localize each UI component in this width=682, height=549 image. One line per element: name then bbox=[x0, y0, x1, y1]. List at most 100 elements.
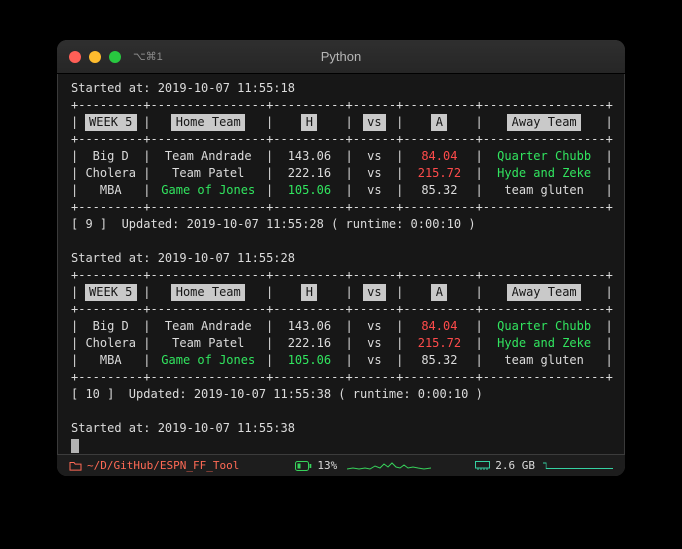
updated-line: [ 10 ] Updated: 2019-10-07 11:55:38 ( ru… bbox=[71, 387, 483, 401]
table-header-row: | WEEK 5 | Home Team | H | vs | A | Away… bbox=[71, 284, 613, 301]
header-label-vs: vs bbox=[362, 114, 386, 131]
table-divider: | bbox=[266, 183, 274, 197]
table-divider: | bbox=[143, 183, 151, 197]
header-cell-home-team: Home Team bbox=[150, 114, 266, 131]
status-bar: ~/D/GitHub/ESPN_FF_Tool 13% 2.6 GB bbox=[57, 454, 625, 476]
cell-away-team: Hyde and Zeke bbox=[497, 166, 592, 180]
table-divider: | bbox=[143, 115, 151, 129]
title-bar[interactable]: ⌥⌘1 Python bbox=[57, 40, 625, 74]
table-divider: | bbox=[71, 285, 79, 299]
cell-away-score: 215.72 bbox=[417, 166, 462, 180]
table-border: +---------+----------------+----------+-… bbox=[71, 268, 613, 282]
table-divider: | bbox=[345, 149, 353, 163]
table-divider: | bbox=[475, 115, 483, 129]
table-divider: | bbox=[605, 183, 613, 197]
cpu-sparkline-icon[interactable] bbox=[347, 459, 432, 473]
table-divider: | bbox=[345, 115, 353, 129]
cell-vs: vs bbox=[367, 336, 382, 350]
cell-home-score: 105.06 bbox=[287, 183, 332, 197]
matchup-table: +---------+----------------+----------+-… bbox=[71, 97, 613, 216]
table-divider: | bbox=[605, 353, 613, 367]
cell-home-team: Team Andrade bbox=[164, 319, 252, 333]
statusbar-cpu-component[interactable]: 13% bbox=[295, 459, 337, 472]
cell-vs: vs bbox=[367, 353, 382, 367]
statusbar-memory-component[interactable]: 2.6 GB bbox=[475, 459, 535, 472]
cpu-percentage: 13% bbox=[317, 459, 338, 472]
table-divider: | bbox=[605, 336, 613, 350]
header-label-away-score: A bbox=[431, 284, 448, 301]
table-divider: | bbox=[475, 336, 483, 350]
zoom-icon[interactable] bbox=[109, 50, 121, 63]
table-divider: | bbox=[605, 166, 613, 180]
cell-home-score: 105.06 bbox=[287, 353, 332, 367]
table-divider: | bbox=[143, 353, 151, 367]
memory-graph-icon[interactable] bbox=[542, 459, 613, 473]
header-label-away-score: A bbox=[431, 114, 448, 131]
cell-week: MBA bbox=[99, 183, 122, 197]
table-border: +---------+----------------+----------+-… bbox=[71, 370, 613, 384]
cell-week: Big D bbox=[92, 319, 129, 333]
cell-vs: vs bbox=[367, 149, 382, 163]
memory-amount: 2.6 GB bbox=[495, 459, 535, 472]
minimize-icon[interactable] bbox=[89, 50, 101, 63]
cell-away-score: 215.72 bbox=[417, 336, 462, 350]
memory-icon bbox=[475, 461, 491, 470]
traffic-lights bbox=[69, 50, 121, 63]
close-icon[interactable] bbox=[69, 50, 81, 63]
cell-home-team: Game of Jones bbox=[161, 183, 256, 197]
cell-away-score: 85.32 bbox=[421, 183, 458, 197]
header-cell-away-team: Away Team bbox=[483, 114, 606, 131]
table-row: | Cholera | Team Patel | 222.16 | vs | 2… bbox=[71, 165, 613, 182]
cell-vs: vs bbox=[367, 166, 382, 180]
cell-week: Cholera bbox=[85, 166, 137, 180]
table-divider: | bbox=[71, 115, 79, 129]
cell-away-score: 85.32 bbox=[421, 353, 458, 367]
cell-vs: vs bbox=[367, 319, 382, 333]
statusbar-path-component[interactable]: ~/D/GitHub/ESPN_FF_Tool bbox=[69, 459, 239, 472]
table-header-row: | WEEK 5 | Home Team | H | vs | A | Away… bbox=[71, 114, 613, 131]
table-divider: | bbox=[605, 115, 613, 129]
started-line: Started at: 2019-10-07 11:55:18 bbox=[71, 81, 295, 95]
cell-home-score: 143.06 bbox=[287, 149, 332, 163]
table-divider: | bbox=[396, 183, 404, 197]
cell-home-team: Game of Jones bbox=[161, 353, 256, 367]
table-divider: | bbox=[143, 149, 151, 163]
cell-home-team: Team Patel bbox=[172, 336, 245, 350]
terminal-screen[interactable]: Started at: 2019-10-07 11:55:18 +-------… bbox=[57, 74, 625, 454]
cell-week: Big D bbox=[92, 149, 129, 163]
terminal-window: ⌥⌘1 Python Started at: 2019-10-07 11:55:… bbox=[57, 40, 625, 476]
header-label-home-team: Home Team bbox=[171, 284, 246, 301]
header-label-home-score: H bbox=[301, 114, 318, 131]
table-divider: | bbox=[71, 353, 79, 367]
updated-line: [ 9 ] Updated: 2019-10-07 11:55:28 ( run… bbox=[71, 217, 476, 231]
table-divider: | bbox=[475, 285, 483, 299]
cell-vs: vs bbox=[367, 183, 382, 197]
header-label-away-team: Away Team bbox=[507, 284, 581, 301]
header-cell-home-score: H bbox=[273, 284, 345, 301]
cell-away-team: Quarter Chubb bbox=[497, 319, 592, 333]
cell-home-score: 143.06 bbox=[287, 319, 332, 333]
table-divider: | bbox=[266, 336, 274, 350]
header-cell-home-score: H bbox=[273, 114, 345, 131]
header-cell-away-team: Away Team bbox=[483, 284, 606, 301]
table-divider: | bbox=[266, 115, 274, 129]
table-row: | MBA | Game of Jones | 105.06 | vs | 85… bbox=[71, 182, 613, 199]
table-border: +---------+----------------+----------+-… bbox=[71, 302, 613, 316]
header-label-week: WEEK 5 bbox=[84, 114, 137, 131]
folder-icon bbox=[69, 462, 82, 471]
table-row: | Big D | Team Andrade | 143.06 | vs | 8… bbox=[71, 148, 613, 165]
cell-week: MBA bbox=[99, 353, 122, 367]
table-divider: | bbox=[345, 166, 353, 180]
cell-home-team: Team Andrade bbox=[164, 149, 252, 163]
table-border: +---------+----------------+----------+-… bbox=[71, 132, 613, 146]
table-divider: | bbox=[345, 353, 353, 367]
header-label-away-team: Away Team bbox=[507, 114, 581, 131]
table-divider: | bbox=[266, 319, 274, 333]
table-divider: | bbox=[396, 319, 404, 333]
cell-away-team: Hyde and Zeke bbox=[497, 336, 592, 350]
header-label-vs: vs bbox=[362, 284, 386, 301]
table-divider: | bbox=[475, 353, 483, 367]
table-divider: | bbox=[396, 115, 404, 129]
table-divider: | bbox=[396, 336, 404, 350]
